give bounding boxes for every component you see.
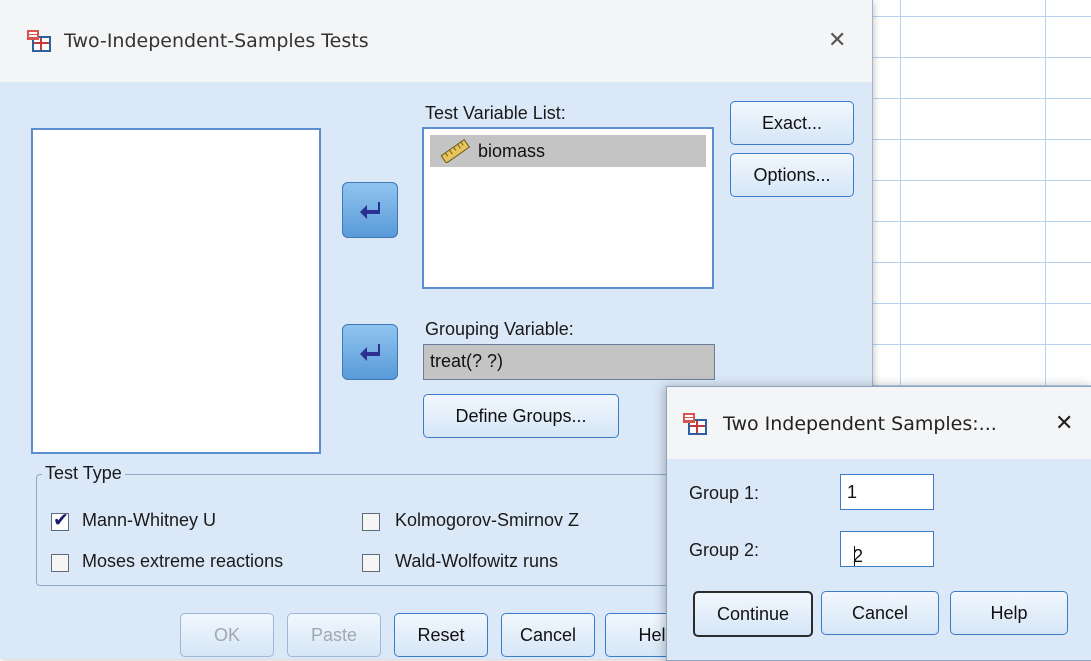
move-grouping-variable-button[interactable] xyxy=(342,324,398,380)
ruler-icon xyxy=(440,139,470,163)
grouping-variable-label: Grouping Variable: xyxy=(425,319,574,339)
help-button-label: Hel xyxy=(638,625,666,645)
close-icon[interactable]: ✕ xyxy=(828,28,846,53)
list-item[interactable]: biomass xyxy=(430,135,706,167)
test-variable-list-label: Test Variable List: xyxy=(425,103,566,123)
define-groups-label: Define Groups... xyxy=(455,406,587,426)
define-groups-button[interactable]: Define Groups... xyxy=(423,394,619,438)
sub-cancel-button-label: Cancel xyxy=(851,603,909,623)
options-button-label: Options... xyxy=(753,165,831,185)
define-groups-title: Two Independent Samples:... xyxy=(723,413,997,435)
arrow-left-icon xyxy=(360,202,380,219)
cancel-button[interactable]: Cancel xyxy=(501,613,595,657)
checkmark-icon: ✔ xyxy=(53,510,69,531)
dialog-titlebar: Two-Independent-Samples Tests ✕ xyxy=(0,0,872,82)
mann-whitney-label: Mann-Whitney U xyxy=(82,510,217,530)
define-groups-titlebar: Two Independent Samples:... ✕ xyxy=(667,387,1091,459)
reset-button-label: Reset xyxy=(417,625,465,645)
kolmogorov-smirnov-checkbox[interactable] xyxy=(362,513,380,531)
variable-name: biomass xyxy=(478,141,546,161)
sub-cancel-button[interactable]: Cancel xyxy=(821,591,939,635)
wald-wolfowitz-checkbox[interactable] xyxy=(362,554,380,572)
group1-value: 1 xyxy=(847,482,858,502)
continue-button[interactable]: Continue xyxy=(693,591,813,637)
moses-extreme-label: Moses extreme reactions xyxy=(82,551,284,571)
spss-dialog-icon xyxy=(27,30,51,52)
mann-whitney-checkbox[interactable]: ✔ xyxy=(51,510,69,531)
test-type-legend: Test Type xyxy=(42,463,125,484)
source-variable-list[interactable] xyxy=(31,128,321,454)
arrow-left-icon xyxy=(360,344,380,361)
cancel-button-label: Cancel xyxy=(519,625,577,645)
spss-dialog-icon xyxy=(683,413,707,435)
group2-input[interactable]: 2 xyxy=(840,531,934,567)
define-groups-dialog: Two Independent Samples:... ✕ Group 1: 1… xyxy=(666,386,1091,661)
grouping-variable-field[interactable]: treat(? ?) xyxy=(423,344,715,380)
continue-button-label: Continue xyxy=(716,604,790,624)
reset-button[interactable]: Reset xyxy=(394,613,488,657)
group2-label: Group 2: xyxy=(689,540,760,560)
text-caret xyxy=(854,546,855,566)
exact-button-label: Exact... xyxy=(761,113,823,133)
ok-button-label: OK xyxy=(213,625,240,645)
move-test-variable-button[interactable] xyxy=(342,182,398,238)
grouping-variable-value: treat(? ?) xyxy=(430,351,504,371)
close-icon[interactable]: ✕ xyxy=(1055,411,1073,436)
group1-input[interactable]: 1 xyxy=(840,474,934,510)
sub-help-button[interactable]: Help xyxy=(950,591,1068,635)
dialog-title: Two-Independent-Samples Tests xyxy=(64,30,369,52)
kolmogorov-smirnov-label: Kolmogorov-Smirnov Z xyxy=(395,510,580,530)
paste-button[interactable]: Paste xyxy=(287,613,381,657)
paste-button-label: Paste xyxy=(310,625,358,645)
moses-extreme-checkbox[interactable] xyxy=(51,554,69,572)
test-variable-list[interactable]: biomass xyxy=(422,127,714,289)
group1-label: Group 1: xyxy=(689,483,760,503)
options-button[interactable]: Options... xyxy=(730,153,854,197)
sub-help-button-label: Help xyxy=(990,603,1028,623)
wald-wolfowitz-label: Wald-Wolfowitz runs xyxy=(395,551,559,571)
ok-button[interactable]: OK xyxy=(180,613,274,657)
exact-button[interactable]: Exact... xyxy=(730,101,854,145)
